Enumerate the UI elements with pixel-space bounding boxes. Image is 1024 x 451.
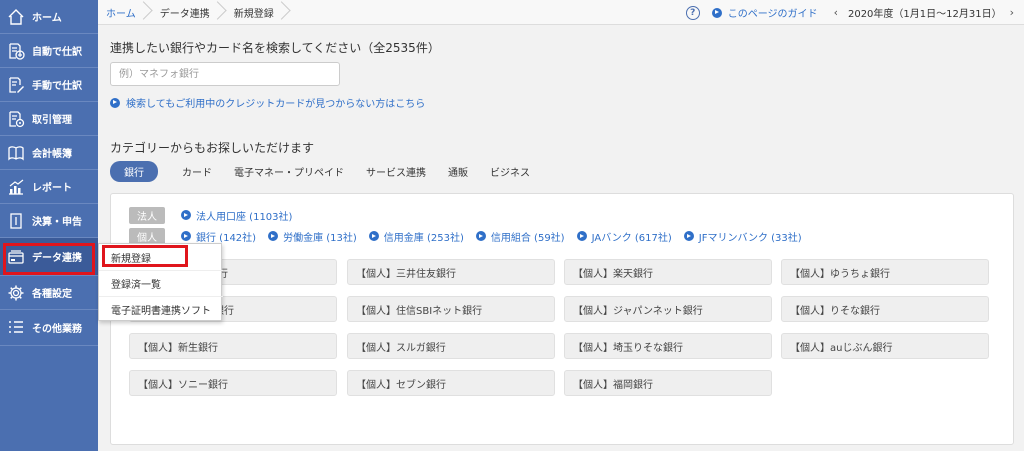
auto-journal-icon xyxy=(6,41,26,61)
bank-item[interactable]: 【個人】auじぶん銀行 xyxy=(781,333,989,359)
bank-item[interactable]: 【個人】ジャパンネット銀行 xyxy=(564,296,772,322)
sidebar-item-report[interactable]: レポート xyxy=(0,170,98,204)
tab-card[interactable]: カード xyxy=(182,164,212,179)
card-not-found-link[interactable]: 検索してもご利用中のクレジットカードが見つからない方はこちら xyxy=(110,95,425,110)
sidebar-item-home[interactable]: ホーム xyxy=(0,0,98,34)
settlement-icon xyxy=(6,211,26,231)
sidebar-item-other[interactable]: その他業務 xyxy=(0,310,98,346)
category-tabs: 銀行 カード 電子マネー・プリペイド サービス連携 通販 ビジネス xyxy=(110,160,552,182)
arrow-circle-icon xyxy=(110,97,120,108)
sidebar: ホーム 自動で仕訳 手動で仕訳 取引管理 会計帳簿 レポート 決算・申告 データ… xyxy=(0,0,98,451)
personal-tag: 個人 xyxy=(129,227,165,245)
filter-link[interactable]: 法人用口座 (1103社) xyxy=(181,208,292,223)
chevron-left-icon[interactable]: ‹ xyxy=(834,6,838,19)
chevron-right-icon[interactable]: › xyxy=(1010,6,1014,19)
corporate-filter-row: 法人 法人用口座 (1103社) xyxy=(129,206,304,224)
sidebar-item-ledger[interactable]: 会計帳簿 xyxy=(0,136,98,170)
sidebar-item-label: 手動で仕訳 xyxy=(32,81,82,92)
transaction-icon xyxy=(6,109,26,129)
bank-item[interactable]: 【個人】ソニー銀行 xyxy=(129,370,337,396)
sidebar-item-data-link[interactable]: データ連携 xyxy=(0,238,98,276)
filter-link[interactable]: 銀行 (142社) xyxy=(181,229,256,244)
data-link-icon xyxy=(6,247,26,267)
bank-item[interactable]: 【個人】福岡銀行 xyxy=(564,370,772,396)
breadcrumb-current: 新規登録 xyxy=(226,0,290,25)
sidebar-item-label: 会計帳簿 xyxy=(32,149,72,160)
sidebar-item-auto-journal[interactable]: 自動で仕訳 xyxy=(0,34,98,68)
personal-filter-row: 個人 銀行 (142社) 労働金庫 (13社) 信用金庫 (253社) 信用組合… xyxy=(129,227,814,245)
submenu-new-registration[interactable]: 新規登録 xyxy=(99,244,223,270)
gear-icon xyxy=(6,283,26,303)
page-guide-link[interactable]: このページのガイド xyxy=(728,5,818,20)
main-content: 連携したい銀行やカード名を検索してください（全2535件） 検索してもご利用中の… xyxy=(98,25,1024,451)
submenu-registered-list[interactable]: 登録済一覧 xyxy=(99,270,223,296)
bank-item[interactable]: 【個人】三井住友銀行 xyxy=(347,259,555,285)
breadcrumb: ホーム データ連携 新規登録 ? このページのガイド ‹ 2020年度（1月1日… xyxy=(98,0,1024,25)
arrow-circle-icon xyxy=(181,231,191,241)
page-guide: ? このページのガイド ‹ 2020年度（1月1日〜12月31日） › xyxy=(685,0,1024,25)
sidebar-item-settlement[interactable]: 決算・申告 xyxy=(0,204,98,238)
bank-item[interactable]: 【個人】ゆうちょ銀行 xyxy=(781,259,989,285)
breadcrumb-home[interactable]: ホーム xyxy=(98,0,152,25)
filter-link[interactable]: JFマリンバンク (33社) xyxy=(683,229,802,244)
sidebar-item-settings[interactable]: 各種設定 xyxy=(0,276,98,310)
bank-item[interactable]: 【個人】セブン銀行 xyxy=(347,370,555,396)
corporate-tag: 法人 xyxy=(129,206,165,224)
data-link-submenu: 新規登録 登録済一覧 電子証明書連携ソフト xyxy=(98,243,223,322)
ledger-icon xyxy=(6,143,26,163)
sidebar-item-transactions[interactable]: 取引管理 xyxy=(0,102,98,136)
filter-link[interactable]: 信用金庫 (253社) xyxy=(368,229,464,244)
bank-list-card: 法人 法人用口座 (1103社) 個人 銀行 (142社) 労働金庫 (13社)… xyxy=(110,193,1014,445)
search-input[interactable] xyxy=(110,62,340,86)
sidebar-item-label: ホーム xyxy=(32,13,62,24)
bank-item[interactable]: 【個人】りそな銀行 xyxy=(781,296,989,322)
sidebar-item-label: レポート xyxy=(32,183,72,194)
home-icon xyxy=(6,7,26,27)
search-title: 連携したい銀行やカード名を検索してください（全2535件） xyxy=(110,41,440,55)
sidebar-item-label: 各種設定 xyxy=(32,289,72,300)
bank-item[interactable]: 【個人】楽天銀行 xyxy=(564,259,772,285)
submenu-certificate-software[interactable]: 電子証明書連携ソフト xyxy=(99,296,223,322)
fiscal-year-label: 2020年度（1月1日〜12月31日） xyxy=(847,9,1002,20)
card-not-found-label: 検索してもご利用中のクレジットカードが見つからない方はこちら xyxy=(126,99,426,110)
arrow-circle-icon xyxy=(268,231,279,241)
tab-business[interactable]: ビジネス xyxy=(490,164,530,179)
manual-journal-icon xyxy=(6,75,26,95)
list-icon xyxy=(6,318,26,338)
sidebar-item-label: 決算・申告 xyxy=(32,217,82,228)
bank-item[interactable]: 【個人】新生銀行 xyxy=(129,333,337,359)
arrow-circle-icon xyxy=(683,231,694,241)
bank-item[interactable]: 【個人】住信SBIネット銀行 xyxy=(347,296,555,322)
sidebar-item-label: データ連携 xyxy=(32,253,82,264)
tab-ecommerce[interactable]: 通販 xyxy=(448,164,468,179)
tab-emoney[interactable]: 電子マネー・プリペイド xyxy=(234,164,344,179)
report-icon xyxy=(6,177,26,197)
sidebar-item-manual-journal[interactable]: 手動で仕訳 xyxy=(0,68,98,102)
arrow-circle-icon xyxy=(368,231,379,241)
filter-link[interactable]: 信用組合 (59社) xyxy=(475,229,565,244)
filter-link[interactable]: 労働金庫 (13社) xyxy=(268,229,357,244)
breadcrumb-data-link[interactable]: データ連携 xyxy=(152,0,226,25)
sidebar-item-label: 取引管理 xyxy=(32,115,72,126)
sidebar-item-label: 自動で仕訳 xyxy=(32,47,82,58)
arrow-circle-icon xyxy=(711,7,722,18)
filter-link[interactable]: JAバンク (617社) xyxy=(576,229,672,244)
bank-item[interactable]: 【個人】埼玉りそな銀行 xyxy=(564,333,772,359)
arrow-circle-icon xyxy=(475,231,486,241)
category-title: カテゴリーからもお探しいただけます xyxy=(110,141,315,155)
help-icon[interactable]: ? xyxy=(685,5,700,20)
bank-item[interactable]: 【個人】スルガ銀行 xyxy=(347,333,555,359)
arrow-circle-icon xyxy=(576,231,587,241)
sidebar-item-label: その他業務 xyxy=(32,324,82,335)
tab-service[interactable]: サービス連携 xyxy=(366,164,426,179)
arrow-circle-icon xyxy=(181,210,191,220)
tab-bank[interactable]: 銀行 xyxy=(110,160,158,182)
